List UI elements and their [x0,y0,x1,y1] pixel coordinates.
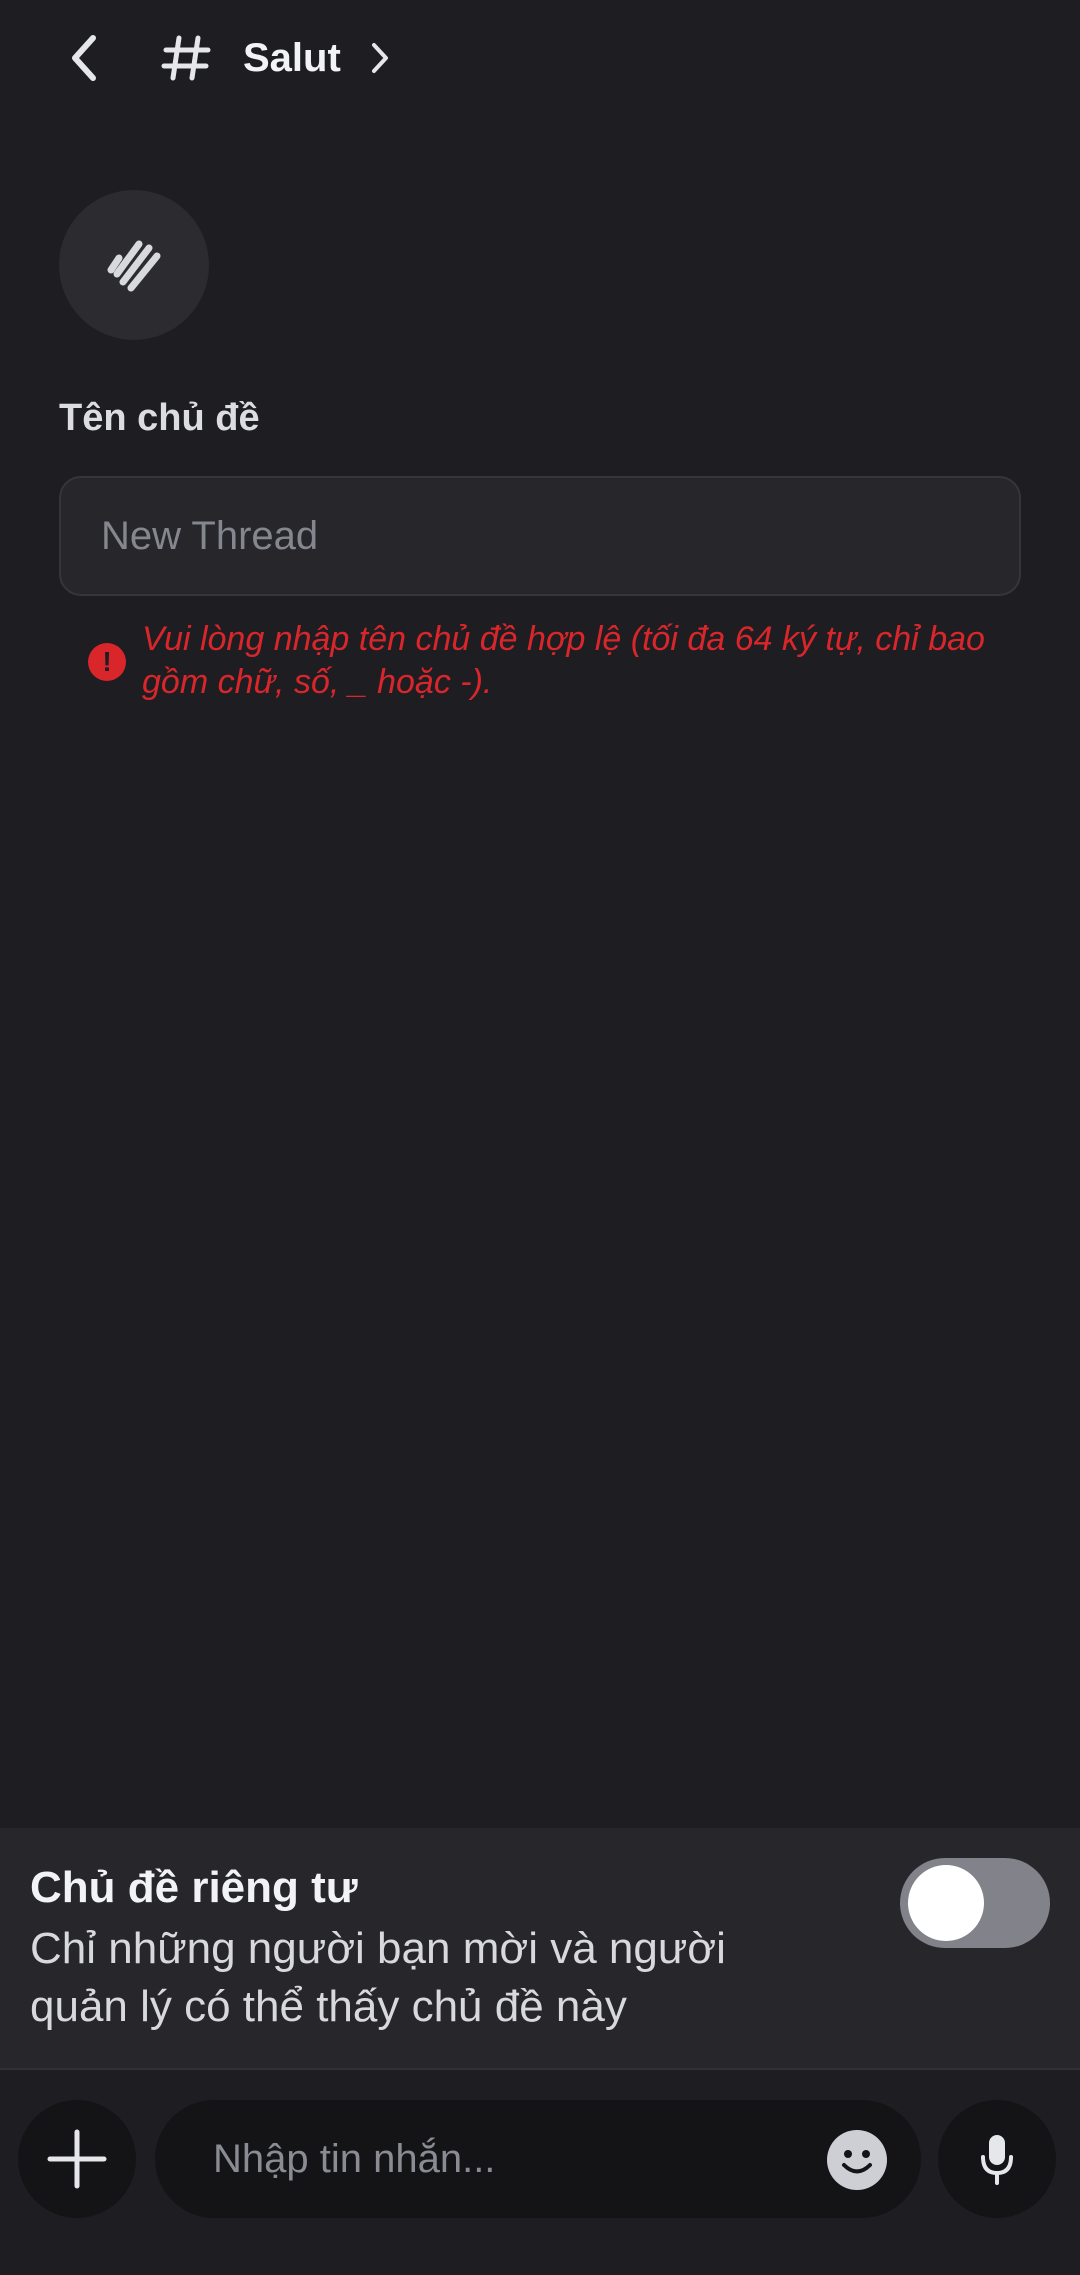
alert-circle-icon: ! [88,643,126,681]
private-thread-panel: Chủ đề riêng tư Chỉ những người bạn mời … [0,1828,1080,2068]
error-text: Vui lòng nhập tên chủ đề hợp lệ (tối đa … [142,620,985,701]
hash-icon [158,30,214,86]
private-thread-title: Chủ đề riêng tư [30,1863,358,1912]
chevron-left-icon [72,35,96,81]
add-attachment-button[interactable] [18,2100,136,2218]
channel-name[interactable]: Salut [243,32,341,84]
thread-name-input[interactable] [59,476,1021,596]
header: Salut [0,0,1080,116]
create-thread-screen: Salut Tên chủ đề ! Vui lòng nhập tên chủ… [0,0,1080,2275]
thread-name-label: Tên chủ đề [59,397,260,439]
error-message: ! Vui lòng nhập tên chủ đề hợp lệ (tối đ… [88,618,1028,704]
plus-icon [47,2129,107,2189]
emoji-button[interactable] [827,2130,887,2190]
private-thread-toggle[interactable] [900,1858,1050,1948]
message-input[interactable] [213,2100,773,2218]
thread-avatar [59,190,209,340]
microphone-icon [981,2135,1013,2185]
private-thread-description: Chỉ những người bạn mời và người quản lý… [30,1924,726,2031]
message-composer [0,2070,1080,2275]
toggle-knob [908,1865,984,1941]
voice-message-button[interactable] [938,2100,1056,2218]
back-button[interactable] [55,28,115,88]
thread-icon [107,240,161,292]
message-box [155,2100,921,2218]
emoji-icon [842,2150,872,2174]
chevron-right-icon[interactable] [362,38,398,78]
